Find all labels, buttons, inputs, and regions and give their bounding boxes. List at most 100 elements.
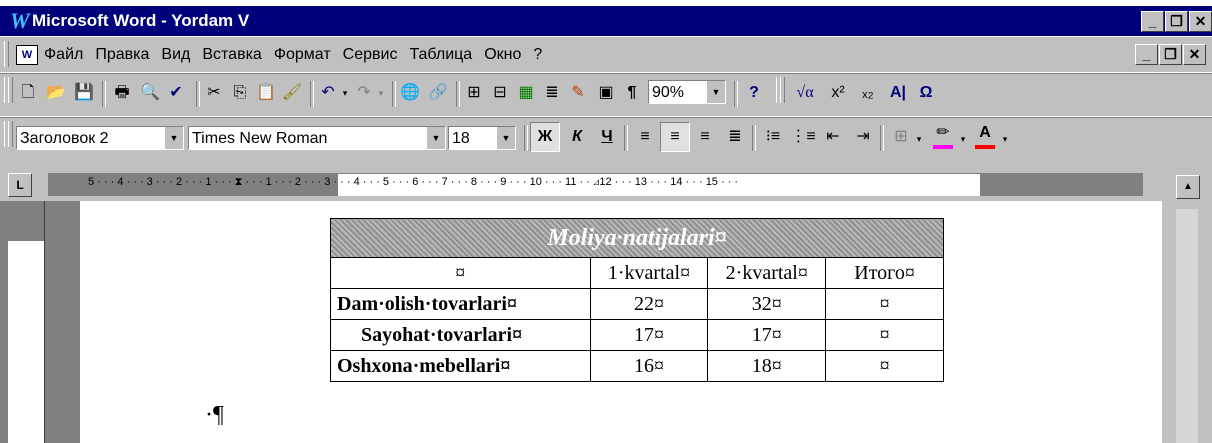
doc-minimize-button[interactable]: _ bbox=[1135, 44, 1158, 65]
cell-q1[interactable]: 17¤ bbox=[589, 319, 709, 351]
font-color-dropdown-icon[interactable]: ▾ bbox=[1000, 127, 1010, 151]
cell-q2[interactable]: 17¤ bbox=[707, 319, 827, 351]
increase-indent-icon[interactable]: ⇥ bbox=[848, 122, 878, 152]
underline-button[interactable]: Ч bbox=[592, 122, 622, 152]
scroll-up-button[interactable]: ▲ bbox=[1176, 175, 1200, 199]
table-title[interactable]: Moliya·natijalari¤ bbox=[330, 218, 944, 258]
subscript-icon[interactable]: ₓ₂ bbox=[856, 81, 880, 105]
font-color-icon[interactable]: A bbox=[970, 122, 1000, 152]
menu-table[interactable]: Таблица bbox=[409, 46, 472, 63]
table-row[interactable]: Sayohat·tovarlari¤ 17¤ 17¤ ¤ bbox=[330, 319, 944, 351]
redo-icon[interactable]: ↷ bbox=[352, 81, 376, 105]
minimize-button[interactable]: _ bbox=[1141, 11, 1164, 32]
cell-q2[interactable]: 18¤ bbox=[707, 350, 827, 382]
cell-total[interactable]: ¤ bbox=[825, 319, 944, 351]
paragraph-mark[interactable]: ·¶ bbox=[205, 402, 224, 429]
results-table[interactable]: Moliya·natijalari¤ ¤ 1·kvartal¤ 2·kvarta… bbox=[330, 218, 944, 382]
align-center-button[interactable]: ≡ bbox=[660, 122, 690, 152]
show-hide-icon[interactable]: ¶ bbox=[620, 81, 644, 105]
print-icon[interactable]: 🖶 bbox=[110, 81, 134, 105]
insert-excel-icon[interactable]: ▦ bbox=[514, 81, 538, 105]
cell-q1[interactable]: 16¤ bbox=[589, 350, 709, 382]
italic-button[interactable]: К bbox=[562, 122, 592, 152]
new-document-icon[interactable]: 🗋 bbox=[16, 81, 40, 105]
menu-edit[interactable]: Правка bbox=[95, 46, 149, 63]
tables-borders-icon[interactable]: ⊞ bbox=[462, 81, 486, 105]
insert-table-icon[interactable]: ⊟ bbox=[488, 81, 512, 105]
maximize-button[interactable]: ❐ bbox=[1165, 11, 1188, 32]
menu-view[interactable]: Вид bbox=[161, 46, 190, 63]
cell-q1[interactable]: 22¤ bbox=[589, 288, 709, 320]
table-header-row[interactable]: ¤ 1·kvartal¤ 2·kvartal¤ Итого¤ bbox=[330, 257, 944, 289]
bullets-icon[interactable]: ⋮≡ bbox=[788, 122, 818, 152]
highlight-dropdown-icon[interactable]: ▾ bbox=[958, 127, 968, 151]
justify-button[interactable]: ≣ bbox=[720, 122, 750, 152]
table-row[interactable]: Dam·olish·tovarlari¤ 22¤ 32¤ ¤ bbox=[330, 288, 944, 320]
undo-dropdown-icon[interactable]: ▾ bbox=[340, 81, 350, 105]
menu-help[interactable]: ? bbox=[533, 46, 542, 63]
header-cell[interactable]: Итого¤ bbox=[825, 257, 944, 289]
header-cell[interactable]: ¤ bbox=[330, 257, 591, 289]
paste-icon[interactable]: 📋 bbox=[254, 81, 278, 105]
row-label[interactable]: Oshxona·mebellari¤ bbox=[330, 350, 591, 382]
columns-icon[interactable]: ≣ bbox=[540, 81, 564, 105]
open-folder-icon[interactable]: 📂 bbox=[44, 81, 68, 105]
symbol-icon[interactable]: Ω bbox=[914, 81, 938, 105]
vertical-scrollbar[interactable]: ▲ bbox=[1162, 163, 1212, 443]
decrease-indent-icon[interactable]: ⇤ bbox=[818, 122, 848, 152]
format-painter-icon[interactable]: 🖌 bbox=[280, 81, 304, 105]
style-select[interactable]: Заголовок 2 ▼ bbox=[16, 126, 184, 150]
menu-file[interactable]: Файл bbox=[44, 46, 83, 63]
zoom-select[interactable]: 90% ▼ bbox=[648, 80, 726, 104]
font-grow-icon[interactable]: A| bbox=[886, 81, 910, 105]
align-right-button[interactable]: ≡ bbox=[690, 122, 720, 152]
borders-dropdown-icon[interactable]: ▾ bbox=[914, 127, 924, 151]
doc-close-button[interactable]: ✕ bbox=[1183, 44, 1206, 65]
menu-grip[interactable] bbox=[4, 41, 9, 67]
hyperlink-icon[interactable]: 🔗 bbox=[426, 81, 450, 105]
table-title-row[interactable]: Moliya·natijalari¤ bbox=[330, 218, 944, 258]
menu-window[interactable]: Окно bbox=[484, 46, 521, 63]
cell-total[interactable]: ¤ bbox=[825, 288, 944, 320]
drawing-icon[interactable]: ✎ bbox=[566, 81, 590, 105]
doc-restore-button[interactable]: ❐ bbox=[1159, 44, 1182, 65]
help-icon[interactable]: ? bbox=[742, 81, 766, 105]
table-row[interactable]: Oshxona·mebellari¤ 16¤ 18¤ ¤ bbox=[330, 350, 944, 382]
redo-dropdown-icon[interactable]: ▾ bbox=[376, 81, 386, 105]
menu-tools[interactable]: Сервис bbox=[343, 46, 398, 63]
vertical-ruler[interactable] bbox=[8, 201, 45, 443]
document-menu-icon[interactable]: W bbox=[16, 45, 38, 65]
document-page[interactable]: Moliya·natijalari¤ ¤ 1·kvartal¤ 2·kvarta… bbox=[80, 201, 1162, 443]
header-cell[interactable]: 1·kvartal¤ bbox=[589, 257, 709, 289]
row-label[interactable]: Dam·olish·tovarlari¤ bbox=[330, 288, 591, 320]
save-icon[interactable]: 💾 bbox=[72, 81, 96, 105]
undo-icon[interactable]: ↶ bbox=[316, 81, 340, 105]
tab-selector-button[interactable]: L bbox=[8, 173, 32, 197]
numbering-icon[interactable]: ⁝≡ bbox=[758, 122, 788, 152]
equation-icon[interactable]: √α bbox=[790, 81, 820, 105]
web-toolbar-icon[interactable]: 🌐 bbox=[398, 81, 422, 105]
chevron-down-icon[interactable]: ▼ bbox=[706, 81, 725, 103]
align-left-button[interactable]: ≡ bbox=[630, 122, 660, 152]
horizontal-ruler[interactable]: 5 · · · 4 · · · 3 · · · 2 · · · 1 · · · … bbox=[48, 173, 1143, 196]
chevron-down-icon[interactable]: ▼ bbox=[496, 127, 515, 149]
chevron-down-icon[interactable]: ▼ bbox=[426, 127, 445, 149]
row-label[interactable]: Sayohat·tovarlari¤ bbox=[330, 319, 591, 351]
borders-icon[interactable]: ⊞ bbox=[886, 122, 916, 152]
highlight-icon[interactable]: ✏ bbox=[928, 122, 958, 152]
cell-q2[interactable]: 32¤ bbox=[707, 288, 827, 320]
font-select[interactable]: Times New Roman ▼ bbox=[188, 126, 446, 150]
superscript-icon[interactable]: x² bbox=[826, 81, 850, 105]
close-button[interactable]: ✕ bbox=[1189, 11, 1212, 32]
bold-button[interactable]: Ж bbox=[530, 122, 560, 152]
header-cell[interactable]: 2·kvartal¤ bbox=[707, 257, 827, 289]
menu-insert[interactable]: Вставка bbox=[202, 46, 261, 63]
document-map-icon[interactable]: ▣ bbox=[594, 81, 618, 105]
print-preview-icon[interactable]: 🔍 bbox=[138, 81, 162, 105]
cell-total[interactable]: ¤ bbox=[825, 350, 944, 382]
size-select[interactable]: 18 ▼ bbox=[448, 126, 516, 150]
cut-icon[interactable]: ✂ bbox=[202, 81, 226, 105]
spelling-icon[interactable]: ✔ bbox=[164, 81, 188, 105]
menu-format[interactable]: Формат bbox=[274, 46, 331, 63]
chevron-down-icon[interactable]: ▼ bbox=[164, 127, 183, 149]
